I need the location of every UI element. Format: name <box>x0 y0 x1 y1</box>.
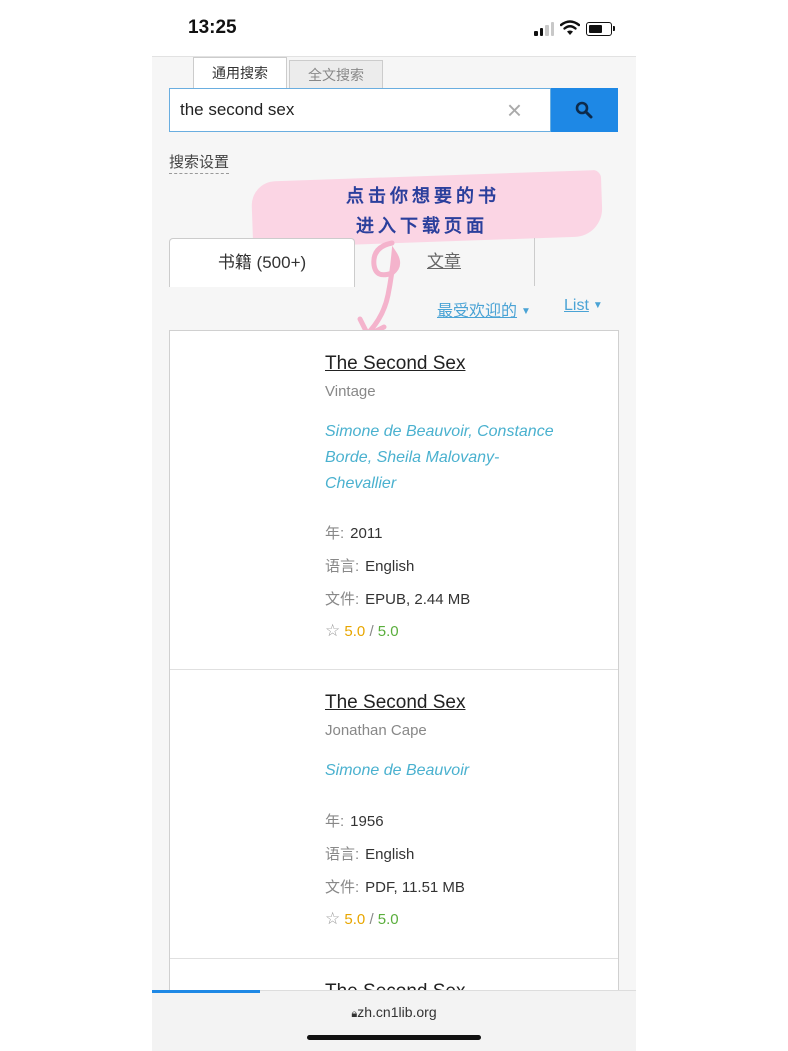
book-language: 语言: English <box>325 555 414 576</box>
language-value: English <box>365 846 415 863</box>
battery-icon <box>586 22 615 36</box>
book-title-link[interactable]: The Second Sex <box>325 353 465 375</box>
file-value: PDF, 11.51 MB <box>365 879 465 896</box>
book-authors-link[interactable]: Simone de Beauvoir <box>325 758 565 784</box>
year-label: 年: <box>325 813 345 830</box>
file-label: 文件: <box>325 591 360 608</box>
book-publisher: Jonathan Cape <box>325 722 427 739</box>
address-bar[interactable]: 🔒︎zh.cn1lib.org <box>152 1004 636 1021</box>
year-label: 年: <box>325 525 345 542</box>
file-value: EPUB, 2.44 MB <box>365 591 471 608</box>
rating-max: 5.0 <box>377 911 399 928</box>
clear-icon[interactable]: × <box>507 95 522 126</box>
chevron-down-icon: ▼ <box>592 300 603 311</box>
star-icon: ☆ <box>325 621 341 640</box>
book-file: 文件: EPUB, 2.44 MB <box>325 588 470 609</box>
file-label: 文件: <box>325 879 360 896</box>
list-item[interactable]: The Second Sex Vintage Simone de Beauvoi… <box>170 331 618 670</box>
rating-separator: / <box>369 623 374 640</box>
results-list: The Second Sex Vintage Simone de Beauvoi… <box>169 330 619 1030</box>
book-authors-link[interactable]: Simone de Beauvoir, Constance Borde, She… <box>325 419 565 497</box>
home-indicator[interactable] <box>307 1035 481 1040</box>
book-year: 年: 1956 <box>325 810 384 831</box>
book-rating: ☆ 5.0 / 5.0 <box>325 909 399 929</box>
rating-value: 5.0 <box>344 623 366 640</box>
search-settings-link[interactable]: 搜索设置 <box>169 151 230 174</box>
book-year: 年: 2011 <box>325 522 382 543</box>
url-text: zh.cn1lib.org <box>357 1004 437 1020</box>
language-label: 语言: <box>325 846 360 863</box>
year-value: 1956 <box>350 813 384 830</box>
star-icon: ☆ <box>325 909 341 928</box>
chevron-down-icon: ▼ <box>521 306 531 317</box>
book-publisher: Vintage <box>325 383 376 400</box>
signal-icon <box>534 22 554 36</box>
view-mode-dropdown[interactable]: List ▼ <box>564 297 603 315</box>
list-item[interactable]: The Second Sex Jonathan Cape Simone de B… <box>170 670 618 959</box>
tab-articles-label: 文章 <box>427 252 461 271</box>
sort-label: 最受欢迎的 <box>437 303 518 320</box>
view-mode-label: List <box>564 297 589 314</box>
rating-value: 5.0 <box>344 911 366 928</box>
language-label: 语言: <box>325 558 360 575</box>
status-time: 13:25 <box>188 17 237 38</box>
tab-articles[interactable]: 文章 <box>354 238 535 286</box>
tab-general-search[interactable]: 通用搜索 <box>193 57 287 89</box>
annotation-line-1: 点击你想要的书 <box>346 186 500 206</box>
book-file: 文件: PDF, 11.51 MB <box>325 876 465 897</box>
language-value: English <box>365 558 415 575</box>
wifi-icon <box>560 20 580 35</box>
rating-max: 5.0 <box>377 623 399 640</box>
search-input-value: the second sex <box>180 100 295 119</box>
tab-fulltext-search[interactable]: 全文搜索 <box>289 60 383 89</box>
rating-separator: / <box>369 911 374 928</box>
search-icon <box>575 101 593 119</box>
book-title-link[interactable]: The Second Sex <box>325 692 465 714</box>
page-load-progress <box>152 990 260 993</box>
search-input[interactable]: the second sex × <box>169 88 551 132</box>
status-bar: 13:25 <box>152 0 636 57</box>
book-rating: ☆ 5.0 / 5.0 <box>325 621 399 641</box>
phone-screen: 13:25 通用搜索 全文搜索 the second sex × 搜索设置 点击… <box>152 0 636 1051</box>
sort-dropdown[interactable]: 最受欢迎的 ▼ <box>437 297 531 321</box>
tab-books[interactable]: 书籍 (500+) <box>169 238 355 287</box>
book-language: 语言: English <box>325 843 414 864</box>
year-value: 2011 <box>350 525 383 542</box>
search-button[interactable] <box>551 88 618 132</box>
